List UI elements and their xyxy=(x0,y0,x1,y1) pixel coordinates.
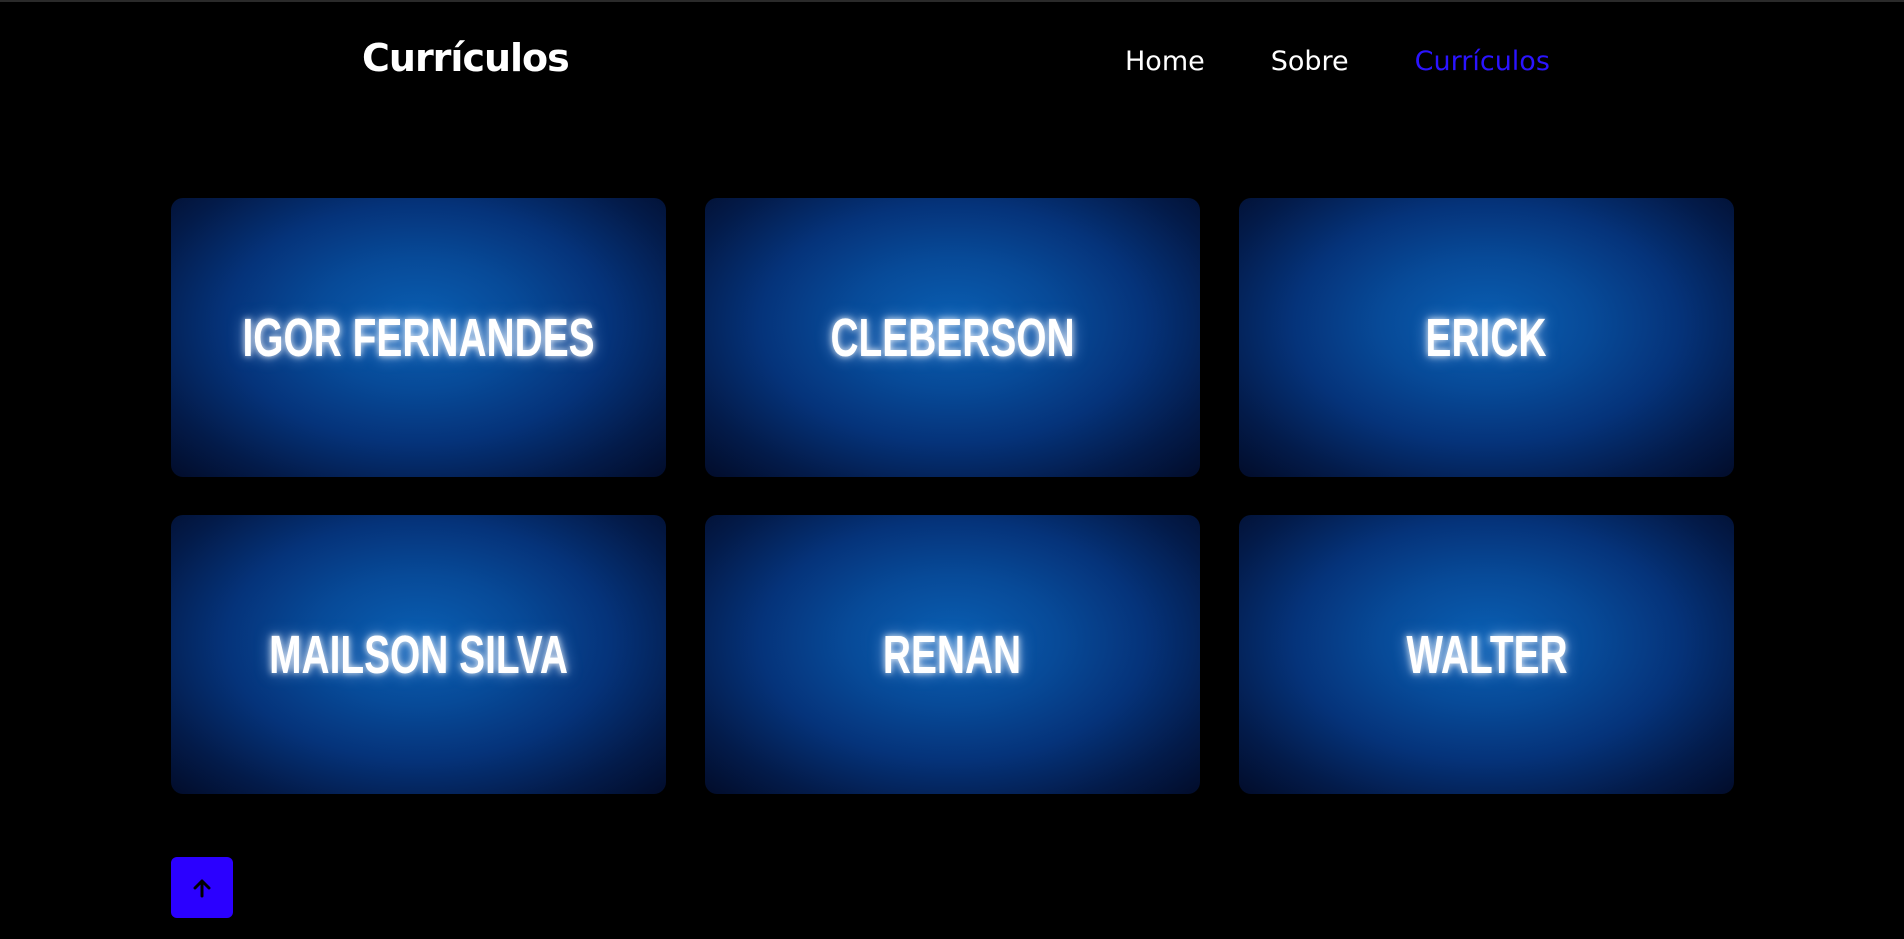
card-title: IGOR FERNANDES xyxy=(242,307,595,368)
site-header: Currículos Home Sobre Currículos xyxy=(0,2,1904,122)
card-cleberson[interactable]: CLEBERSON xyxy=(705,198,1200,477)
logo[interactable]: Currículos xyxy=(362,36,570,80)
card-walter[interactable]: WALTER xyxy=(1239,515,1734,794)
cards-grid: IGOR FERNANDES CLEBERSON ERICK MAILSON S… xyxy=(171,198,1734,794)
card-renan[interactable]: RENAN xyxy=(705,515,1200,794)
back-to-top-button[interactable] xyxy=(171,857,233,918)
arrow-up-icon xyxy=(193,879,211,897)
nav-home[interactable]: Home xyxy=(1125,46,1205,77)
card-erick[interactable]: ERICK xyxy=(1239,198,1734,477)
page: Currículos Home Sobre Currículos IGOR FE… xyxy=(0,0,1904,939)
main-nav: Home Sobre Currículos xyxy=(1125,46,1550,77)
card-igor-fernandes[interactable]: IGOR FERNANDES xyxy=(171,198,666,477)
nav-sobre[interactable]: Sobre xyxy=(1271,46,1349,77)
card-title: RENAN xyxy=(883,624,1022,685)
card-title: MAILSON SILVA xyxy=(269,624,568,685)
card-mailson-silva[interactable]: MAILSON SILVA xyxy=(171,515,666,794)
card-title: WALTER xyxy=(1405,624,1568,685)
nav-curriculos[interactable]: Currículos xyxy=(1415,46,1550,77)
card-title: ERICK xyxy=(1426,307,1547,368)
card-title: CLEBERSON xyxy=(830,307,1075,368)
